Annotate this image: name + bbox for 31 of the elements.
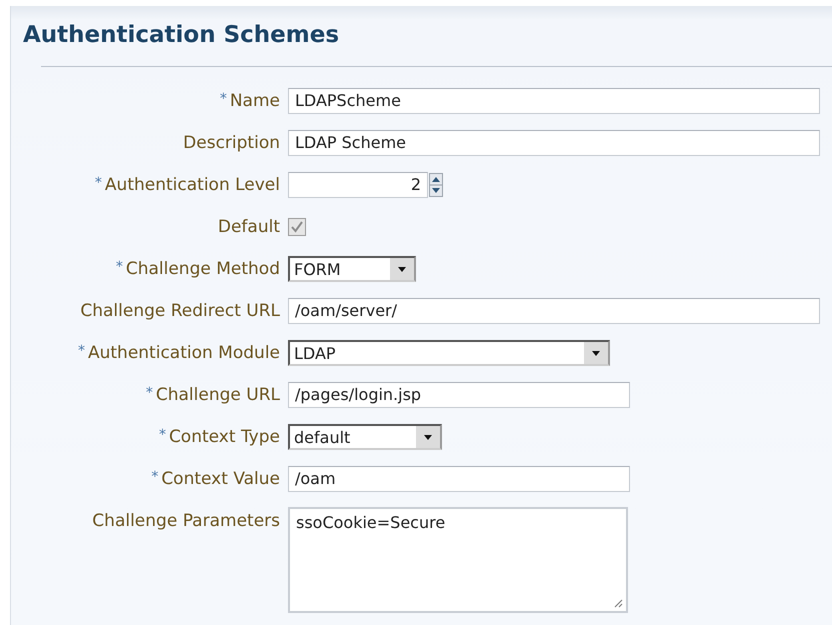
text-field[interactable]: /oam [288,466,630,492]
required-asterisk: * [116,259,123,275]
dropdown[interactable]: LDAP [288,340,610,366]
field-label: Context Type [168,427,280,447]
field-label: Challenge Parameters [92,511,280,531]
text-field[interactable]: /oam/server/ [288,298,820,324]
required-asterisk: * [151,469,158,485]
spinner-arrows-icon[interactable] [429,173,443,197]
field-label: Name [230,91,280,111]
field-label: Description [183,133,280,153]
text-field[interactable]: /pages/login.jsp [288,382,630,408]
resize-grip-icon[interactable] [613,598,623,608]
field-label: Default [218,217,280,237]
field-label: Challenge URL [156,385,280,405]
required-asterisk: * [94,175,102,191]
field-label: Challenge Redirect URL [80,301,280,321]
section-title: Authentication Schemes [23,21,340,50]
number-field[interactable]: 2 [288,172,428,198]
text-field[interactable]: LDAPScheme [288,88,820,114]
required-asterisk: * [146,385,153,401]
dropdown[interactable]: FORM [288,256,416,282]
required-asterisk: * [220,91,227,107]
required-asterisk: * [78,343,85,359]
field-label: Context Value [161,469,280,489]
text-area[interactable]: ssoCookie=Secure [288,507,628,613]
field-label: Authentication Module [88,343,280,363]
field-label: Authentication Level [104,175,280,195]
field-label: Challenge Method [126,259,280,279]
dropdown[interactable]: default [288,424,442,450]
required-asterisk: * [158,427,166,443]
text-field[interactable]: LDAP Scheme [288,130,820,156]
